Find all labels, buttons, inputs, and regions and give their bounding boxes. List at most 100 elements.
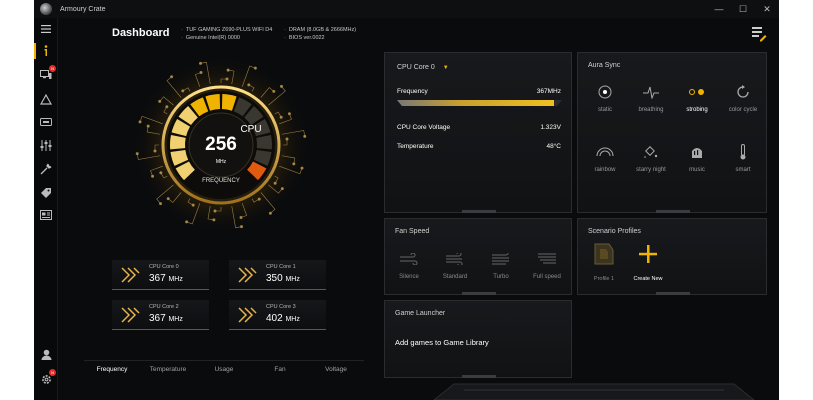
sidebar-item-tools[interactable]	[34, 158, 58, 180]
gauge-value: 256	[205, 134, 237, 155]
close-button[interactable]: ✕	[755, 0, 779, 18]
tab-fan[interactable]: Fan	[252, 361, 308, 378]
smart-icon	[740, 144, 746, 160]
core-name: CPU Core 2	[149, 304, 179, 310]
layout-edit-button[interactable]	[751, 26, 767, 47]
sidebar-item-devices[interactable]: N	[34, 64, 58, 86]
aura-sync-title: Aura Sync	[588, 62, 621, 69]
chevron-down-icon: ▼	[442, 65, 449, 71]
core-name: CPU Core 0	[149, 264, 179, 270]
tag-icon	[41, 187, 51, 198]
aura-mode-breathing[interactable]: breathing	[631, 81, 671, 113]
user-icon	[41, 349, 51, 360]
core-card-1: CPU Core 1 350 MHz	[229, 260, 326, 290]
circuit-node	[285, 137, 289, 141]
tab-usage[interactable]: Usage	[196, 361, 252, 378]
circuit-node	[303, 134, 307, 138]
cpu-core-selector[interactable]: CPU Core 0 ▼	[397, 64, 449, 71]
aura-mode-smart[interactable]: smart	[723, 141, 763, 173]
circuit-node	[199, 61, 203, 65]
profile-1[interactable]: Profile 1	[587, 242, 621, 282]
panel-notch	[462, 210, 496, 213]
fan-mode-turbo[interactable]: Turbo	[481, 250, 521, 280]
tab-temperature[interactable]: Temperature	[140, 361, 196, 378]
fan-speed-panel: Fan Speed Silence Standard Turbo Full sp…	[384, 218, 572, 295]
circuit-node	[257, 197, 261, 201]
game-launcher-panel: Game Launcher Add games to Game Library	[384, 300, 572, 378]
breathing-icon	[643, 86, 659, 99]
circuit-node	[165, 105, 169, 109]
circuit-node	[273, 181, 277, 185]
title-bar: Armoury Crate — ☐ ✕	[34, 0, 779, 18]
core-value: 402 MHz	[266, 313, 300, 324]
bios-version: BIOS ver.0022	[284, 34, 356, 42]
aura-icon	[40, 93, 52, 105]
sidebar-item-settings-sliders[interactable]	[34, 134, 58, 156]
circuit-node	[226, 68, 230, 72]
cpu-core-icon	[121, 307, 140, 323]
circuit-node	[292, 162, 296, 166]
menu-button[interactable]	[34, 18, 58, 40]
maximize-button[interactable]: ☐	[731, 0, 755, 18]
fan-fullspeed-icon	[538, 253, 556, 264]
cpu-core-icon	[238, 307, 257, 323]
circuit-node	[213, 209, 217, 213]
cpu-name: Genuine Intel(R) 0000	[181, 34, 272, 42]
info-icon	[44, 45, 48, 56]
fan-standard-icon	[446, 251, 463, 267]
sidebar-item-user[interactable]	[34, 343, 58, 365]
core-card-0: CPU Core 0 367 MHz	[112, 260, 209, 290]
aura-mode-static[interactable]: static	[585, 81, 625, 113]
page-title: Dashboard	[112, 27, 170, 39]
circuit-node	[279, 84, 283, 88]
news-icon	[40, 210, 52, 220]
music-icon	[692, 148, 702, 158]
circuit-node	[212, 218, 216, 222]
sidebar-item-info[interactable]	[34, 40, 58, 62]
aura-mode-rainbow[interactable]: rainbow	[585, 141, 625, 173]
aura-sync-panel: Aura Sync static breathing strobing colo…	[577, 52, 767, 213]
core-card-3: CPU Core 3 402 MHz	[229, 300, 326, 330]
panel-notch	[656, 292, 690, 295]
circuit-node	[159, 202, 163, 206]
game-launcher-title: Game Launcher	[395, 310, 446, 317]
fan-mode-standard[interactable]: Standard	[435, 251, 475, 280]
create-new-profile-button[interactable]: Create New	[631, 242, 665, 282]
circuit-node	[247, 83, 251, 87]
board-name: TUF GAMING Z690-PLUS WIFI D4	[181, 26, 272, 34]
core-value: 367 MHz	[149, 313, 183, 324]
circuit-node	[158, 99, 162, 103]
add-games-link[interactable]: Add games to Game Library	[395, 338, 489, 347]
tab-frequency[interactable]: Frequency	[84, 361, 140, 378]
sidebar-item-aura[interactable]	[34, 88, 58, 110]
circuit-node	[151, 174, 155, 178]
core-value: 350 MHz	[266, 273, 300, 284]
fan-mode-silence[interactable]: Silence	[389, 252, 429, 280]
aura-mode-color-cycle[interactable]: color cycle	[723, 81, 763, 113]
circuit-node	[153, 149, 157, 153]
system-info-right: DRAM (8.0GB & 2666MHz) BIOS ver.0022	[284, 26, 356, 42]
aura-mode-starry-night[interactable]: starry night	[631, 141, 671, 173]
cpu-core-icon	[121, 267, 140, 283]
core-name: CPU Core 3	[266, 304, 296, 310]
minimize-button[interactable]: —	[707, 0, 731, 18]
sidebar-item-tag[interactable]	[34, 181, 58, 203]
bottom-decoration	[433, 383, 755, 400]
panel-notch	[656, 210, 690, 213]
sidebar-item-news[interactable]	[34, 204, 58, 226]
circuit-node	[170, 75, 174, 79]
aura-mode-strobing[interactable]: strobing	[677, 81, 717, 113]
circuit-node	[268, 211, 272, 215]
tab-voltage[interactable]: Voltage	[308, 361, 364, 378]
fan-mode-full-speed[interactable]: Full speed	[527, 252, 567, 280]
fan-speed-title: Fan Speed	[395, 228, 430, 235]
sidebar-item-gamevisual[interactable]	[34, 111, 58, 133]
cpu-gauge: CPU 256 MHz FREQUENCY	[104, 48, 404, 253]
gauge-unit: MHz	[215, 159, 227, 165]
strobing-icon	[689, 89, 704, 95]
circuit-node	[166, 197, 170, 201]
voltage-label: CPU Core Voltage	[397, 124, 451, 131]
aura-mode-music[interactable]: music	[677, 141, 717, 173]
panel-notch	[462, 292, 496, 295]
voltage-value: 1.323V	[540, 124, 561, 131]
